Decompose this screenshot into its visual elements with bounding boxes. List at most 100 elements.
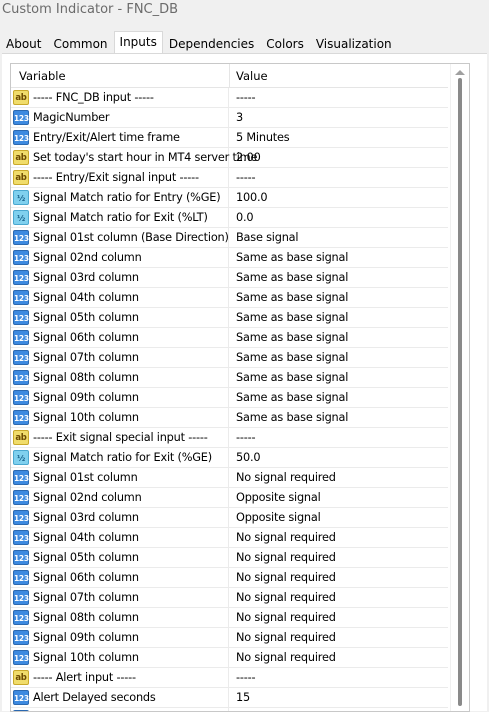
table-row[interactable]: 123 Signal 05th column Same as base signal: [11, 308, 448, 328]
variable-value[interactable]: Same as base signal: [236, 268, 348, 288]
table-row[interactable]: 123 Signal 05th column No signal required: [11, 548, 448, 568]
value-cell[interactable]: -----: [230, 428, 448, 448]
tab-inputs[interactable]: Inputs: [113, 31, 163, 53]
table-row[interactable]: ½ Signal Match ratio for Exit (%GE) 50.0: [11, 448, 448, 468]
value-cell[interactable]: Opposite signal: [230, 488, 448, 508]
table-row[interactable]: 123 Signal 02nd column Opposite signal: [11, 488, 448, 508]
variable-value[interactable]: Same as base signal: [236, 348, 348, 368]
variable-value[interactable]: 50.0: [236, 448, 261, 468]
variable-value[interactable]: Same as base signal: [236, 328, 348, 348]
vertical-scrollbar[interactable]: [450, 64, 469, 711]
table-row[interactable]: 123 Signal 07th column Same as base signal: [11, 348, 448, 368]
table-row[interactable]: 123 Signal 02nd column Same as base signal: [11, 248, 448, 268]
variable-value[interactable]: 3: [236, 108, 243, 128]
value-cell[interactable]: 2:00: [230, 148, 448, 168]
value-cell[interactable]: 15: [230, 688, 448, 708]
scrollbar-thumb[interactable]: [458, 78, 462, 706]
value-cell[interactable]: 50.0: [230, 448, 448, 468]
table-row[interactable]: 123 Signal 01st column No signal required: [11, 468, 448, 488]
variable-value[interactable]: No signal required: [236, 468, 336, 488]
variable-value[interactable]: -----: [236, 428, 256, 448]
value-cell[interactable]: 3: [230, 108, 448, 128]
table-row[interactable]: 123 Signal 03rd column Opposite signal: [11, 508, 448, 528]
column-header-value[interactable]: Value: [236, 64, 268, 88]
table-row[interactable]: 123 Signal 08th column Same as base signal: [11, 368, 448, 388]
variable-value[interactable]: Same as base signal: [236, 408, 348, 428]
column-divider[interactable]: [229, 64, 230, 88]
tab-dependencies[interactable]: Dependencies: [163, 33, 260, 53]
table-row[interactable]: 123 Signal 04th column Same as base signal: [11, 288, 448, 308]
variable-value[interactable]: Base signal: [236, 228, 299, 248]
value-cell[interactable]: Same as base signal: [230, 288, 448, 308]
table-row[interactable]: ½ Signal Match ratio for Exit (%LT) 0.0: [11, 208, 448, 228]
value-cell[interactable]: Same as base signal: [230, 388, 448, 408]
value-cell[interactable]: 0.0: [230, 208, 448, 228]
table-row[interactable]: 123 Signal 03rd column Same as base signal: [11, 268, 448, 288]
variable-value[interactable]: -----: [236, 668, 256, 688]
value-cell[interactable]: No signal required: [230, 608, 448, 628]
table-row[interactable]: 123 Alert Delayed seconds 15: [11, 688, 448, 708]
table-row[interactable]: 123 Signal 06th column No signal required: [11, 568, 448, 588]
scroll-up-arrow-icon[interactable]: [455, 70, 465, 75]
table-row[interactable]: 123 Entry/Exit/Alert time frame 5 Minutes: [11, 128, 448, 148]
table-row[interactable]: ab Set today's start hour in MT4 server t…: [11, 148, 448, 168]
variable-value[interactable]: 100.0: [236, 188, 268, 208]
tab-common[interactable]: Common: [47, 33, 113, 53]
table-row[interactable]: ab ----- Exit signal special input ----- -…: [11, 428, 448, 448]
value-cell[interactable]: No signal required: [230, 628, 448, 648]
variable-value[interactable]: 5 Minutes: [236, 128, 290, 148]
value-cell[interactable]: Same as base signal: [230, 308, 448, 328]
variable-value[interactable]: Same as base signal: [236, 368, 348, 388]
variable-value[interactable]: No signal required: [236, 568, 336, 588]
table-row[interactable]: 123 Signal 09th column No signal required: [11, 628, 448, 648]
table-row[interactable]: ab ----- Entry/Exit signal input ----- ---…: [11, 168, 448, 188]
value-cell[interactable]: Opposite signal: [230, 508, 448, 528]
variable-value[interactable]: Opposite signal: [236, 508, 321, 528]
tab-colors[interactable]: Colors: [260, 33, 310, 53]
value-cell[interactable]: Same as base signal: [230, 408, 448, 428]
variable-value[interactable]: -----: [236, 88, 256, 108]
variable-value[interactable]: 0.0: [236, 208, 254, 228]
variable-value[interactable]: Same as base signal: [236, 248, 348, 268]
variable-value[interactable]: 15: [236, 688, 250, 708]
table-row[interactable]: ab ----- FNC_DB input ----- -----: [11, 88, 448, 108]
value-cell[interactable]: No signal required: [230, 648, 448, 668]
variable-value[interactable]: No signal required: [236, 588, 336, 608]
value-cell[interactable]: No signal required: [230, 548, 448, 568]
value-cell[interactable]: Same as base signal: [230, 368, 448, 388]
value-cell[interactable]: [230, 708, 448, 711]
variable-value[interactable]: Same as base signal: [236, 288, 348, 308]
value-cell[interactable]: No signal required: [230, 528, 448, 548]
column-header-variable[interactable]: Variable: [19, 64, 66, 88]
variable-value[interactable]: No signal required: [236, 548, 336, 568]
value-cell[interactable]: Same as base signal: [230, 328, 448, 348]
variable-value[interactable]: No signal required: [236, 608, 336, 628]
value-cell[interactable]: -----: [230, 168, 448, 188]
value-cell[interactable]: Same as base signal: [230, 348, 448, 368]
table-row[interactable]: 123 Signal 09th column Same as base signal: [11, 388, 448, 408]
variable-value[interactable]: No signal required: [236, 648, 336, 668]
table-row[interactable]: 123 MagicNumber 3: [11, 108, 448, 128]
value-cell[interactable]: -----: [230, 668, 448, 688]
value-cell[interactable]: Base signal: [230, 228, 448, 248]
value-cell[interactable]: Same as base signal: [230, 268, 448, 288]
variable-value[interactable]: 2:00: [236, 148, 261, 168]
table-row[interactable]: 123 Signal 06th column Same as base signal: [11, 328, 448, 348]
table-row[interactable]: 123 Signal 04th column No signal required: [11, 528, 448, 548]
tab-about[interactable]: About: [0, 33, 47, 53]
variable-value[interactable]: Same as base signal: [236, 388, 348, 408]
table-row[interactable]: 123 Signal 08th column No signal required: [11, 608, 448, 628]
value-cell[interactable]: 5 Minutes: [230, 128, 448, 148]
variable-value[interactable]: Opposite signal: [236, 488, 321, 508]
value-cell[interactable]: No signal required: [230, 568, 448, 588]
variable-value[interactable]: No signal required: [236, 628, 336, 648]
value-cell[interactable]: 100.0: [230, 188, 448, 208]
value-cell[interactable]: Same as base signal: [230, 248, 448, 268]
tab-visualization[interactable]: Visualization: [310, 33, 398, 53]
table-row[interactable]: ab ----- Alert input ----- -----: [11, 668, 448, 688]
value-cell[interactable]: -----: [230, 88, 448, 108]
variable-value[interactable]: Same as base signal: [236, 308, 348, 328]
value-cell[interactable]: No signal required: [230, 468, 448, 488]
table-row[interactable]: 123 Signal 10th column Same as base signal: [11, 408, 448, 428]
table-row[interactable]: ½ Signal Match ratio for Entry (%GE) 100.0: [11, 188, 448, 208]
